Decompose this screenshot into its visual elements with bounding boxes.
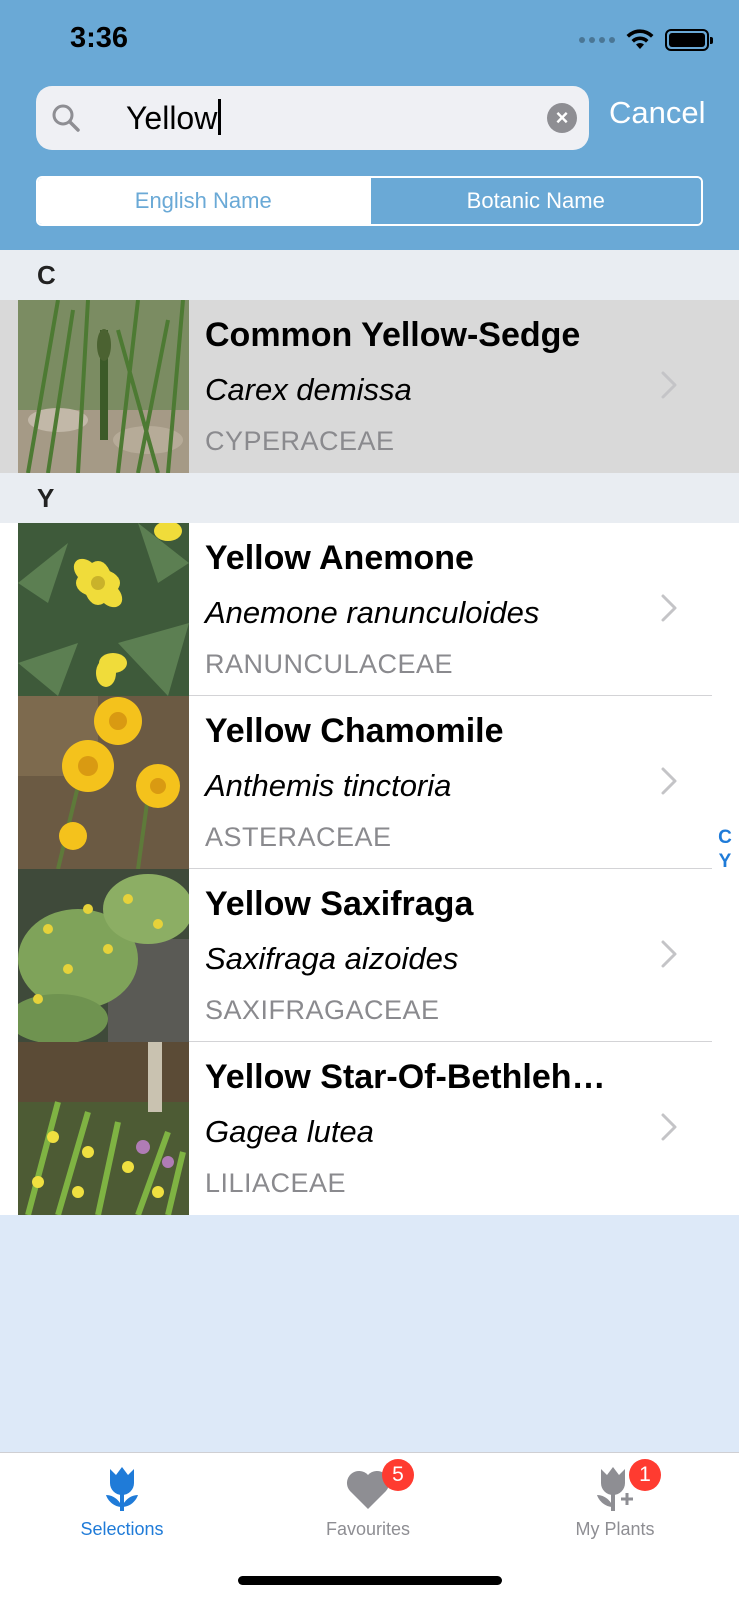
tab-label: My Plants [575,1519,655,1539]
botanic-name: Anthemis tinctoria [205,768,452,803]
common-name: Common Yellow-Sedge [205,316,581,354]
chevron-right-icon [661,1113,677,1141]
segment-botanic-name[interactable]: Botanic Name [368,178,701,224]
index-letter-y[interactable]: Y [716,850,734,874]
list-item[interactable]: Common Yellow-Sedge Carex demissa CYPERA… [0,300,739,473]
name-type-segmented-control: English Name Botanic Name [36,176,703,226]
plant-photo [18,696,189,869]
family-name: RANUNCULACEAE [205,649,454,679]
favourites-badge: 5 [382,1459,414,1491]
family-name: ASTERACEAE [205,822,392,852]
botanic-name: Anemone ranunculoides [205,595,540,630]
status-time: 3:36 [70,22,129,54]
chevron-right-icon [661,371,677,399]
search-icon [52,104,80,132]
list-item[interactable]: Yellow Saxifraga Saxifraga aizoides SAXI… [0,869,739,1042]
header: 3:36 Yellow × Cancel English Name Botani… [0,0,739,250]
flower-icon [106,1467,138,1511]
tab-selections[interactable]: Selections [37,1463,207,1540]
text-caret [218,99,222,135]
plant-photo [18,300,189,473]
section-header-y: Y [0,473,739,523]
common-name: Yellow Star-Of-Bethleh… [205,1058,606,1096]
plant-photo [18,523,189,696]
list-item[interactable]: Yellow Anemone Anemone ranunculoides RAN… [0,523,739,696]
section-header-c: C [0,250,739,300]
battery-icon [665,29,713,51]
botanic-name: Carex demissa [205,372,412,407]
chevron-right-icon [661,594,677,622]
chevron-right-icon [661,940,677,968]
tab-my-plants[interactable]: 1 My Plants [530,1459,700,1540]
chevron-right-icon [661,767,677,795]
tab-favourites[interactable]: 5 Favourites [283,1459,453,1540]
section-index: C Y [716,826,734,874]
family-name: CYPERACEAE [205,426,395,456]
common-name: Yellow Anemone [205,539,474,577]
wifi-icon [626,29,654,49]
search-input[interactable]: Yellow [126,96,222,140]
family-name: LILIACEAE [205,1168,347,1198]
list-item[interactable]: Yellow Chamomile Anthemis tinctoria ASTE… [0,696,739,869]
tab-label: Selections [80,1519,164,1539]
segment-english-name[interactable]: English Name [38,178,369,224]
plant-photo [18,1042,189,1215]
search-value: Yellow [126,100,218,136]
my-plants-badge: 1 [629,1459,661,1491]
list-item[interactable]: Yellow Star-Of-Bethleh… Gagea lutea LILI… [0,1042,739,1215]
cellular-icon [579,37,615,43]
family-name: SAXIFRAGACEAE [205,995,440,1025]
cancel-button[interactable]: Cancel [609,95,706,131]
index-letter-c[interactable]: C [716,826,734,850]
botanic-name: Saxifraga aizoides [205,941,459,976]
tab-label: Favourites [325,1519,411,1539]
plant-photo [18,869,189,1042]
home-indicator [238,1576,502,1585]
status-icons [579,26,713,54]
search-bar[interactable]: Yellow × [36,86,589,150]
botanic-name: Gagea lutea [205,1114,374,1149]
common-name: Yellow Chamomile [205,712,504,750]
common-name: Yellow Saxifraga [205,885,474,923]
clear-search-button[interactable]: × [547,103,577,133]
